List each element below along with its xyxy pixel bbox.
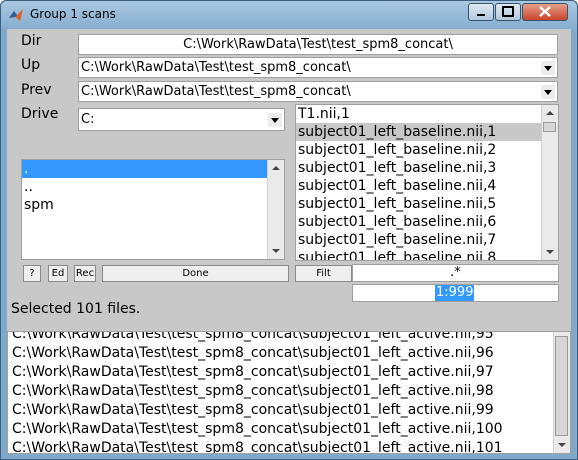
prev-dropdown[interactable]: C:\Work\RawData\Test\test_spm8_concat\ [78,81,558,102]
maximize-button[interactable] [495,3,521,21]
scroll-up-icon[interactable] [268,160,284,176]
file-item[interactable]: subject01_left_baseline.nii,4 [296,177,558,195]
up-dropdown-value: C:\Work\RawData\Test\test_spm8_concat\ [81,60,351,75]
selected-file-item[interactable]: C:\Work\RawData\Test\test_spm8_concat\su… [8,401,570,420]
close-icon [539,6,551,17]
filter-input[interactable]: .* [352,264,559,282]
file-item[interactable]: subject01_left_baseline.nii,5 [296,195,558,213]
dialog-body: Dir C:\Work\RawData\Test\test_spm8_conca… [7,29,571,454]
rec-button[interactable]: Rec [74,265,96,282]
drive-label: Drive [21,106,59,122]
folder-item[interactable]: . [22,160,284,178]
minimize-button[interactable] [468,3,494,21]
filt-button[interactable]: Filt [295,265,352,282]
drive-dropdown[interactable]: C: [78,108,285,131]
folder-item[interactable]: .. [22,178,284,196]
scroll-down-icon[interactable] [554,437,570,453]
file-list[interactable]: T1.nii,1 subject01_left_baseline.nii,1 s… [295,104,559,261]
file-list-scrollbar[interactable] [541,105,558,260]
prev-label: Prev [21,82,52,98]
selected-file-item[interactable]: C:\Work\RawData\Test\test_spm8_concat\su… [8,420,570,439]
chevron-down-icon[interactable] [541,85,555,99]
selected-file-item[interactable]: C:\Work\RawData\Test\test_spm8_concat\su… [8,344,570,363]
chevron-down-icon[interactable] [268,113,282,127]
close-button[interactable] [522,3,568,21]
selected-files-scrollbar[interactable] [553,332,570,453]
frames-value: 1:999 [435,285,475,301]
maximize-icon [502,6,514,17]
scroll-down-icon[interactable] [542,244,558,260]
file-item[interactable]: subject01_left_baseline.nii,8 [296,249,558,260]
status-text: Selected 101 files. [11,301,141,317]
selected-file-item[interactable]: C:\Work\RawData\Test\test_spm8_concat\su… [8,363,570,382]
selected-files-list[interactable]: C:\Work\RawData\Test\test_spm8_concat\su… [7,331,571,454]
scroll-thumb[interactable] [555,336,568,436]
selected-file-item[interactable]: C:\Work\RawData\Test\test_spm8_concat\su… [8,439,570,453]
file-item[interactable]: subject01_left_baseline.nii,1 [296,123,558,141]
window-title: Group 1 scans [30,7,116,21]
dir-field: C:\Work\RawData\Test\test_spm8_concat\ [78,34,558,55]
selected-file-item[interactable]: C:\Work\RawData\Test\test_spm8_concat\su… [8,382,570,401]
selected-file-item[interactable]: C:\Work\RawData\Test\test_spm8_concat\su… [8,332,570,344]
up-dropdown[interactable]: C:\Work\RawData\Test\test_spm8_concat\ [78,57,558,78]
scroll-thumb[interactable] [543,122,556,132]
folder-item[interactable]: spm [22,196,284,214]
scroll-down-icon[interactable] [268,243,284,259]
drive-dropdown-value: C: [81,112,95,127]
prev-dropdown-value: C:\Work\RawData\Test\test_spm8_concat\ [81,84,351,99]
matlab-icon [9,9,23,21]
chevron-down-icon[interactable] [541,61,555,75]
file-item[interactable]: subject01_left_baseline.nii,3 [296,159,558,177]
file-item[interactable]: subject01_left_baseline.nii,6 [296,213,558,231]
title-bar[interactable]: Group 1 scans [1,1,577,29]
minimize-icon [477,14,485,16]
dir-label: Dir [21,33,42,49]
folder-list-scrollbar[interactable] [267,160,284,259]
frames-input[interactable]: 1:999 [352,284,559,302]
folder-list[interactable]: . .. spm [21,159,285,260]
dialog-window: Group 1 scans Dir C:\Work\RawData\Test\t… [0,0,578,460]
file-item[interactable]: subject01_left_baseline.nii,7 [296,231,558,249]
done-button[interactable]: Done [102,265,289,282]
scroll-up-icon[interactable] [542,105,558,121]
file-item[interactable]: T1.nii,1 [296,105,558,123]
up-label: Up [21,57,41,73]
file-item[interactable]: subject01_left_baseline.nii,2 [296,141,558,159]
help-button[interactable]: ? [23,265,41,282]
ed-button[interactable]: Ed [48,265,68,282]
